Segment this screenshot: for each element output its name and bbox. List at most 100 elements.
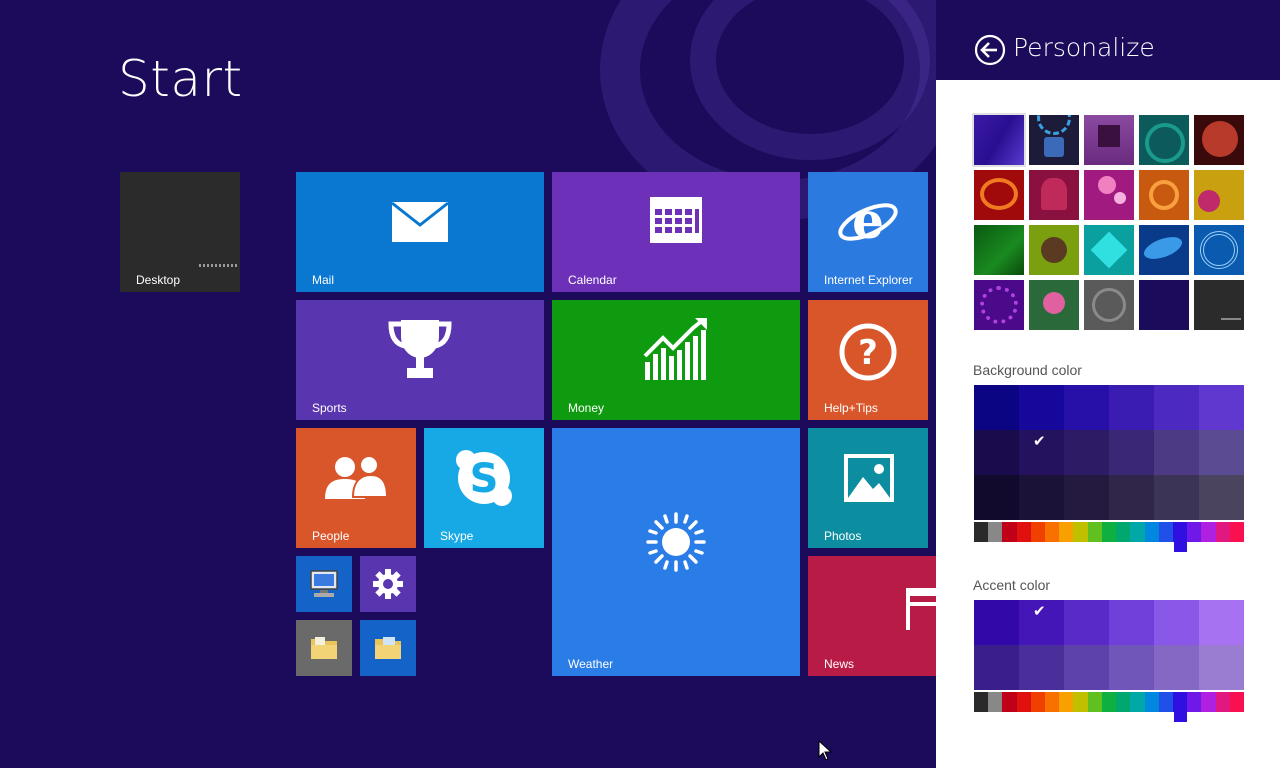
pattern-thumb[interactable] xyxy=(974,225,1024,275)
pattern-thumb[interactable] xyxy=(1029,115,1079,165)
pattern-thumb[interactable] xyxy=(1139,225,1189,275)
hue-cell[interactable] xyxy=(1002,522,1018,542)
pattern-thumb[interactable] xyxy=(974,280,1024,330)
color-swatch[interactable] xyxy=(1109,475,1154,520)
background-hue-slider[interactable] xyxy=(974,522,1245,552)
tile-help-tips[interactable]: ? Help+Tips xyxy=(808,300,928,420)
hue-cell[interactable] xyxy=(1158,522,1174,542)
pattern-thumb[interactable] xyxy=(1029,225,1079,275)
hue-cell[interactable] xyxy=(1144,692,1160,712)
hue-cell[interactable] xyxy=(1059,522,1074,542)
hue-slider-thumb[interactable] xyxy=(1173,692,1187,722)
color-swatch[interactable] xyxy=(1064,475,1109,520)
color-swatch[interactable] xyxy=(1109,645,1154,690)
pattern-thumb[interactable] xyxy=(1194,225,1244,275)
pattern-thumb[interactable] xyxy=(1194,170,1244,220)
back-button[interactable] xyxy=(974,34,1006,66)
hue-cell[interactable] xyxy=(1087,522,1103,542)
hue-cell[interactable] xyxy=(1087,692,1103,712)
tile-skype[interactable]: S Skype xyxy=(424,428,544,548)
pattern-thumb[interactable] xyxy=(1084,225,1134,275)
pattern-thumb[interactable] xyxy=(1084,170,1134,220)
hue-cell[interactable] xyxy=(988,692,1003,712)
color-swatch[interactable] xyxy=(1064,430,1109,475)
tile-sports[interactable]: Sports xyxy=(296,300,544,420)
tile-news[interactable]: News xyxy=(808,556,936,676)
hue-cell[interactable] xyxy=(1116,522,1131,542)
hue-cell[interactable] xyxy=(1030,692,1046,712)
pattern-thumb[interactable] xyxy=(1029,170,1079,220)
color-swatch[interactable] xyxy=(1064,385,1109,430)
hue-cell[interactable] xyxy=(1059,692,1074,712)
tile-file-explorer-2[interactable] xyxy=(360,620,416,676)
color-swatch[interactable] xyxy=(974,475,1019,520)
hue-cell[interactable] xyxy=(1130,692,1146,712)
hue-cell[interactable] xyxy=(1101,692,1117,712)
hue-cell[interactable] xyxy=(974,692,989,712)
hue-cell[interactable] xyxy=(1201,522,1217,542)
tile-weather[interactable]: Weather xyxy=(552,428,800,676)
color-swatch[interactable] xyxy=(974,385,1019,430)
hue-cell[interactable] xyxy=(1158,692,1174,712)
hue-cell[interactable] xyxy=(1144,522,1160,542)
color-swatch[interactable]: ✔ xyxy=(1019,430,1064,475)
color-swatch[interactable] xyxy=(1199,430,1244,475)
hue-cell[interactable] xyxy=(1201,692,1217,712)
pattern-thumb[interactable] xyxy=(974,170,1024,220)
hue-cell[interactable] xyxy=(988,522,1003,542)
hue-cell[interactable] xyxy=(1229,522,1245,542)
hue-cell[interactable] xyxy=(1215,692,1231,712)
tile-internet-explorer[interactable]: e Internet Explorer xyxy=(808,172,928,292)
color-swatch[interactable] xyxy=(1154,645,1199,690)
pattern-thumb[interactable] xyxy=(1084,115,1134,165)
hue-cell[interactable] xyxy=(974,522,989,542)
color-swatch[interactable] xyxy=(1199,385,1244,430)
hue-cell[interactable] xyxy=(1187,522,1202,542)
pattern-thumb[interactable] xyxy=(1139,115,1189,165)
color-swatch[interactable] xyxy=(974,600,1019,645)
hue-cell[interactable] xyxy=(1101,522,1117,542)
color-swatch[interactable]: ✔ xyxy=(1019,600,1064,645)
tile-pc-settings[interactable] xyxy=(360,556,416,612)
tile-money[interactable]: Money xyxy=(552,300,800,420)
color-swatch[interactable] xyxy=(1154,475,1199,520)
color-swatch[interactable] xyxy=(1109,600,1154,645)
hue-slider-thumb[interactable] xyxy=(1173,522,1187,552)
color-swatch[interactable] xyxy=(1019,385,1064,430)
color-swatch[interactable] xyxy=(1019,645,1064,690)
color-swatch[interactable] xyxy=(1199,475,1244,520)
pattern-thumb[interactable] xyxy=(972,113,1026,167)
pattern-thumb[interactable] xyxy=(1194,115,1244,165)
hue-cell[interactable] xyxy=(1030,522,1046,542)
tile-file-explorer-1[interactable] xyxy=(296,620,352,676)
accent-hue-slider[interactable] xyxy=(974,692,1245,722)
hue-cell[interactable] xyxy=(1016,522,1032,542)
tile-mail[interactable]: Mail xyxy=(296,172,544,292)
color-swatch[interactable] xyxy=(1064,600,1109,645)
color-swatch[interactable] xyxy=(1154,385,1199,430)
hue-cell[interactable] xyxy=(1045,522,1060,542)
color-swatch[interactable] xyxy=(1154,430,1199,475)
hue-cell[interactable] xyxy=(1187,692,1202,712)
hue-cell[interactable] xyxy=(1002,692,1018,712)
color-swatch[interactable] xyxy=(1019,475,1064,520)
hue-cell[interactable] xyxy=(1073,692,1089,712)
tile-photos[interactable]: Photos xyxy=(808,428,928,548)
color-swatch[interactable] xyxy=(1109,430,1154,475)
pattern-thumb[interactable] xyxy=(1084,280,1134,330)
hue-cell[interactable] xyxy=(1130,522,1146,542)
color-swatch[interactable] xyxy=(974,430,1019,475)
tile-this-pc[interactable] xyxy=(296,556,352,612)
color-swatch[interactable] xyxy=(1064,645,1109,690)
color-swatch[interactable] xyxy=(1154,600,1199,645)
hue-cell[interactable] xyxy=(1016,692,1032,712)
hue-cell[interactable] xyxy=(1229,692,1245,712)
hue-cell[interactable] xyxy=(1116,692,1131,712)
color-swatch[interactable] xyxy=(974,645,1019,690)
pattern-thumb[interactable] xyxy=(1029,280,1079,330)
hue-cell[interactable] xyxy=(1215,522,1231,542)
color-swatch[interactable] xyxy=(1199,600,1244,645)
hue-cell[interactable] xyxy=(1073,522,1089,542)
tile-calendar[interactable]: Calendar xyxy=(552,172,800,292)
hue-cell[interactable] xyxy=(1045,692,1060,712)
